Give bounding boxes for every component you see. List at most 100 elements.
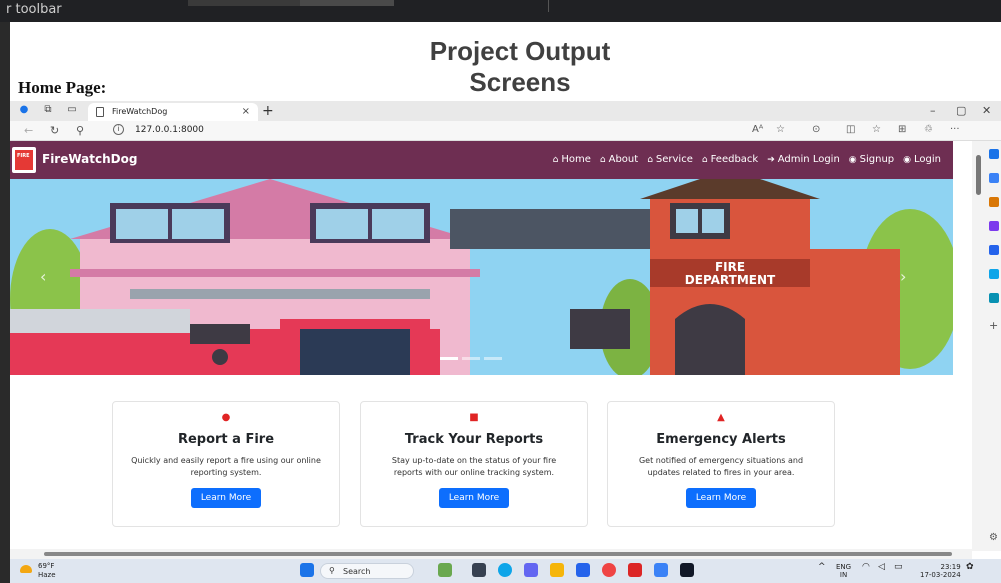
workspaces-icon[interactable]: ⧉ [42, 104, 54, 116]
favorites-icon[interactable]: ☆ [872, 124, 881, 135]
background-toolbar-text: r toolbar [6, 2, 62, 17]
brand-logo[interactable]: FIRE [12, 147, 36, 173]
split-screen-icon[interactable]: ◫ [846, 124, 855, 135]
home-icon: ⌂ [701, 155, 708, 165]
brand-name[interactable]: FireWatchDog [42, 152, 137, 166]
learn-more-button[interactable]: Learn More [438, 488, 510, 508]
url-text: 127.0.0.1:8000 [135, 125, 204, 135]
learn-more-button[interactable]: Learn More [685, 488, 757, 508]
file-explorer-icon[interactable] [550, 563, 564, 577]
shopping-sidebar-icon[interactable] [989, 173, 999, 183]
refresh-icon[interactable]: ↻ [50, 124, 59, 137]
carousel-next-icon[interactable]: › [900, 267, 906, 286]
logo-fire-text: FIRE [17, 153, 30, 159]
carousel-prev-icon[interactable]: ‹ [40, 267, 46, 286]
weather-condition: Haze [38, 571, 56, 579]
background-tab[interactable] [188, 0, 300, 6]
nav-feedback[interactable]: ⌂ Feedback [702, 154, 758, 165]
background-window-strip: r toolbar [0, 0, 1001, 22]
hero-sign-line1: FIRE [715, 260, 745, 274]
task-view-icon[interactable] [472, 563, 486, 577]
horizontal-scrollbar [10, 549, 972, 559]
address-bar: ← ↻ ⚲ i 127.0.0.1:8000 Aᴬ ☆ ⊙ ◫ ☆ ⊞ ♲ ··… [10, 121, 1001, 141]
battery-icon[interactable]: ▭ [894, 563, 903, 572]
minimize-icon[interactable]: – [930, 104, 936, 117]
windows-taskbar: 69°F Haze ⚲ Search ^ ENG IN ◠ ◁ ▭ 23:19 … [10, 559, 1001, 583]
add-sidebar-icon[interactable]: + [989, 320, 999, 331]
tools-sidebar-icon[interactable] [989, 197, 999, 207]
home-icon: ⌂ [647, 155, 653, 165]
vertical-scrollbar-thumb[interactable] [976, 155, 981, 195]
site-info-icon[interactable]: i [113, 124, 124, 135]
widgets-icon[interactable] [438, 563, 452, 577]
chevron-up-icon[interactable]: ^ [818, 563, 826, 572]
hero-carousel[interactable]: FIRE DEPARTMENT ‹ › [10, 179, 953, 375]
hero-sign-line2: DEPARTMENT [685, 273, 776, 287]
more-menu-icon[interactable]: ··· [950, 124, 960, 135]
url-field[interactable]: i 127.0.0.1:8000 [107, 124, 797, 138]
learn-more-button[interactable]: Learn More [190, 488, 262, 508]
back-icon[interactable]: ← [24, 124, 33, 137]
browser-tab[interactable]: FireWatchDog × [88, 103, 258, 121]
search-icon[interactable]: ⚲ [76, 124, 84, 137]
read-aloud-icon[interactable]: Aᴬ [752, 124, 763, 135]
document-title-line1: Project Output [429, 36, 611, 66]
photos-icon[interactable] [654, 563, 668, 577]
eye-icon: ◉ [848, 155, 857, 165]
nav-login[interactable]: ◉ Login [903, 154, 941, 165]
store-icon[interactable] [576, 563, 590, 577]
taskbar-search-placeholder: Search [343, 567, 371, 576]
search-sidebar-icon[interactable] [989, 149, 999, 159]
close-tab-icon[interactable]: × [242, 106, 250, 117]
language-indicator[interactable]: ENG IN [836, 563, 851, 579]
close-window-icon[interactable]: ✕ [982, 104, 991, 117]
terminal-icon[interactable] [680, 563, 694, 577]
clock[interactable]: 23:19 17-03-2024 [920, 563, 961, 579]
new-tab-button[interactable]: + [262, 103, 274, 119]
taskbar-search[interactable]: ⚲ Search [320, 563, 414, 579]
nav-signup[interactable]: ◉ Signup [849, 154, 894, 165]
office-sidebar-icon[interactable] [989, 245, 999, 255]
nav-about[interactable]: ⌂ About [600, 154, 638, 165]
tab-actions-icon[interactable]: ▭ [66, 104, 78, 116]
settings-icon[interactable]: ⚙ [989, 533, 999, 543]
browser-screenshot: ● ⧉ ▭ FireWatchDog × + – ▢ ✕ ← ↻ ⚲ i 127… [10, 101, 1001, 583]
wifi-icon[interactable]: ◠ [862, 563, 870, 572]
copilot-icon[interactable]: ♲ [924, 124, 933, 135]
card-title: Report a Fire [177, 432, 275, 447]
notification-icon[interactable]: ✿ [966, 563, 974, 572]
drop-sidebar-icon[interactable] [989, 293, 999, 303]
weather-widget[interactable]: 69°F Haze [20, 562, 56, 580]
carousel-indicator[interactable] [462, 357, 480, 360]
profile-icon[interactable]: ● [18, 104, 30, 116]
nav-service[interactable]: ⌂ Service [647, 154, 693, 165]
collections-icon[interactable]: ⊞ [898, 124, 906, 135]
start-icon[interactable] [300, 563, 314, 577]
background-tab[interactable] [300, 0, 394, 6]
powerpoint-icon[interactable] [628, 563, 642, 577]
sidebar-and-scrollbar: + ⚙ [972, 141, 1001, 551]
webpage: FIRE FireWatchDog ⌂ Home ⌂ About ⌂ Service … [10, 141, 962, 551]
feature-card: ● Report a Fire Quickly and easily repor… [112, 401, 340, 527]
volume-icon[interactable]: ◁ [878, 563, 885, 572]
divider [548, 0, 549, 12]
carousel-indicator[interactable] [484, 357, 502, 360]
carousel-indicator[interactable] [440, 357, 458, 360]
feature-card: ▲ Emergency Alerts Get notified of emerg… [607, 401, 835, 527]
edge-icon[interactable] [498, 563, 512, 577]
favorite-star-icon[interactable]: ☆ [776, 124, 785, 135]
games-sidebar-icon[interactable] [989, 221, 999, 231]
teams-icon[interactable] [524, 563, 538, 577]
nav-home[interactable]: ⌂ Home [553, 154, 591, 165]
maximize-icon[interactable]: ▢ [956, 104, 966, 117]
chrome-icon[interactable] [602, 563, 616, 577]
weather-icon [20, 565, 32, 573]
nav-links: ⌂ Home ⌂ About ⌂ Service ⌂ Feedback ➔ Admin L… [553, 154, 941, 165]
extensions-icon[interactable]: ⊙ [812, 124, 820, 135]
nav-admin-login[interactable]: ➔ Admin Login [767, 154, 840, 165]
outlook-sidebar-icon[interactable] [989, 269, 999, 279]
sign-in-icon: ➔ [767, 155, 775, 165]
search-icon: ⚲ [329, 566, 335, 575]
horizontal-scrollbar-thumb[interactable] [44, 552, 952, 556]
weather-temp: 69°F [38, 562, 55, 570]
